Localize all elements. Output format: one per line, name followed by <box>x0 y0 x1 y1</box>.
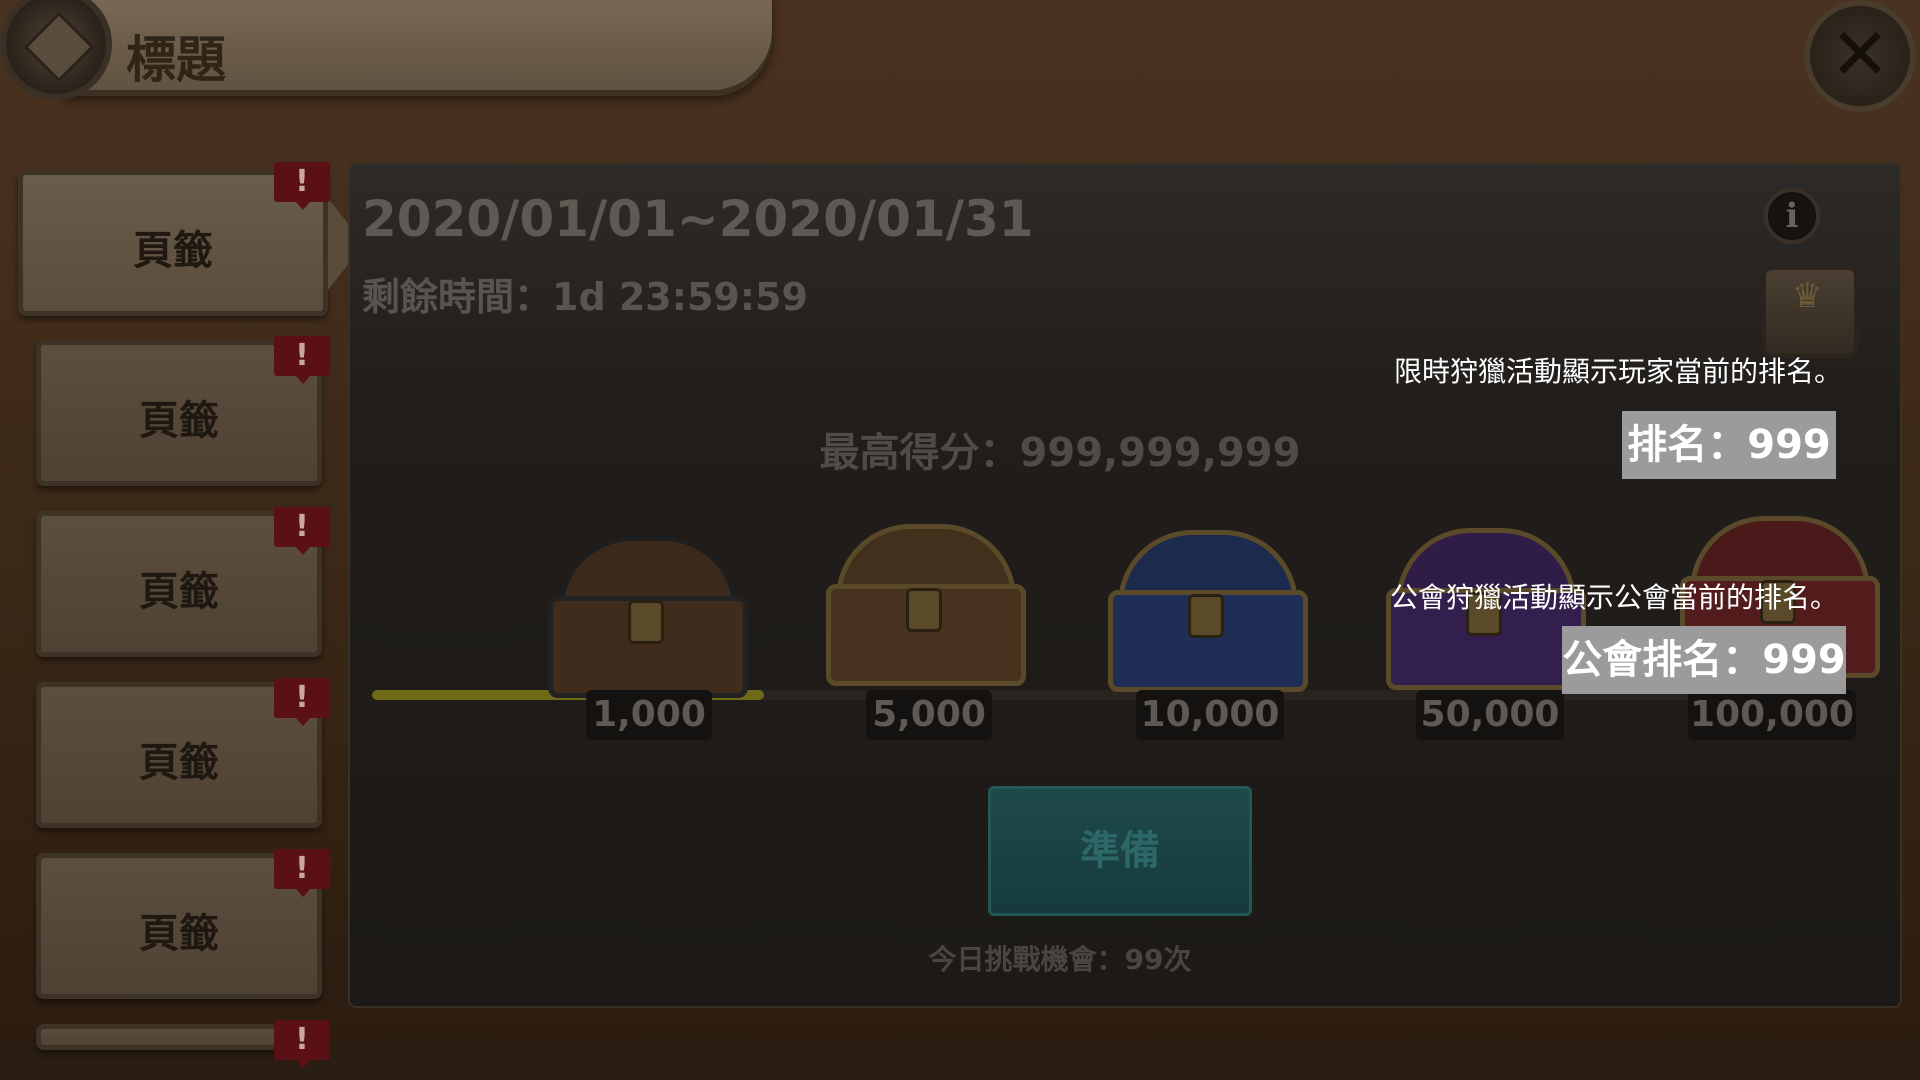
close-button[interactable]: ✕ <box>1804 0 1916 112</box>
milestone-label: 100,000 <box>1688 690 1856 740</box>
tab-label: 頁籤 <box>133 228 213 274</box>
milestone-label: 10,000 <box>1136 690 1284 740</box>
alert-badge-icon: ! <box>274 849 330 897</box>
alert-badge-icon: ! <box>274 507 330 555</box>
alert-badge-icon: ! <box>274 162 330 210</box>
player-rank-note: 限時狩獵活動顯示玩家當前的排名。 <box>1394 355 1843 388</box>
rank-crown-icon[interactable]: ♛ <box>1762 266 1858 358</box>
tab-label: 頁籤 <box>139 569 219 615</box>
alert-badge-icon: ! <box>274 1020 330 1068</box>
daily-chances: 今日挑戰機會：99次 <box>928 943 1192 976</box>
event-date-range: 2020/01/01~2020/01/31 <box>362 190 1034 248</box>
milestone-label: 5,000 <box>866 690 992 740</box>
blue-chest-icon[interactable] <box>1108 530 1308 692</box>
milestone-label: 50,000 <box>1416 690 1564 740</box>
prepare-button[interactable]: 準備 <box>988 786 1252 916</box>
wooden-chest-icon[interactable] <box>548 536 748 698</box>
close-icon: ✕ <box>1829 12 1891 96</box>
info-icon[interactable]: i <box>1764 188 1820 244</box>
milestone-label: 1,000 <box>586 690 712 740</box>
alert-badge-icon: ! <box>274 336 330 384</box>
page-title: 標題 <box>126 31 226 89</box>
remaining-time: 剩餘時間：1d 23:59:59 <box>362 275 808 319</box>
bronze-chest-icon[interactable] <box>826 524 1026 686</box>
alert-badge-icon: ! <box>274 678 330 726</box>
guild-rank-note: 公會狩獵活動顯示公會當前的排名。 <box>1390 581 1839 614</box>
guild-rank-badge: 公會排名：999 <box>1562 626 1846 694</box>
player-rank-badge: 排名：999 <box>1622 411 1836 479</box>
tab-label: 頁籤 <box>139 740 219 786</box>
